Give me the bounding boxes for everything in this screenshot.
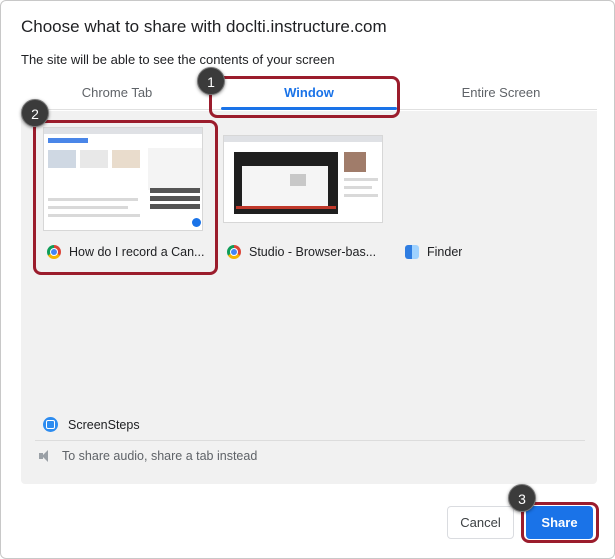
- window-option-studio[interactable]: Studio - Browser-bas...: [217, 123, 393, 273]
- dialog-subtitle: The site will be able to see the content…: [21, 52, 335, 67]
- share-button[interactable]: Share: [526, 506, 593, 539]
- chrome-icon: [47, 245, 61, 259]
- callout-step-3: 3: [508, 484, 536, 512]
- window-list: How do I record a Can... Studio - Browse…: [21, 111, 597, 484]
- window-label: How do I record a Can...: [47, 245, 211, 259]
- window-label: Studio - Browser-bas...: [227, 245, 391, 259]
- share-tabs: Chrome Tab Window Entire Screen: [21, 75, 597, 110]
- callout-step-2: 2: [21, 99, 49, 127]
- finder-icon: [405, 245, 419, 259]
- window-thumbnail: [223, 135, 383, 223]
- window-label: Finder: [405, 245, 569, 259]
- chrome-icon: [227, 245, 241, 259]
- tab-entire-screen[interactable]: Entire Screen: [405, 75, 597, 109]
- audio-note: To share audio, share a tab instead: [35, 440, 585, 470]
- speaker-icon: [39, 449, 53, 462]
- tab-window[interactable]: Window: [213, 75, 405, 110]
- share-dialog: Choose what to share with doclti.instruc…: [0, 0, 615, 559]
- window-option-canvas[interactable]: How do I record a Can...: [37, 123, 213, 273]
- screensteps-icon: [43, 417, 58, 432]
- window-option-screensteps[interactable]: ScreenSteps: [43, 417, 140, 432]
- tab-chrome-tab[interactable]: Chrome Tab: [21, 75, 213, 109]
- cancel-button[interactable]: Cancel: [447, 506, 514, 539]
- callout-step-1: 1: [197, 67, 225, 95]
- dialog-title: Choose what to share with doclti.instruc…: [21, 17, 387, 36]
- window-thumbnail: [43, 127, 203, 231]
- window-option-finder[interactable]: Finder: [397, 123, 573, 273]
